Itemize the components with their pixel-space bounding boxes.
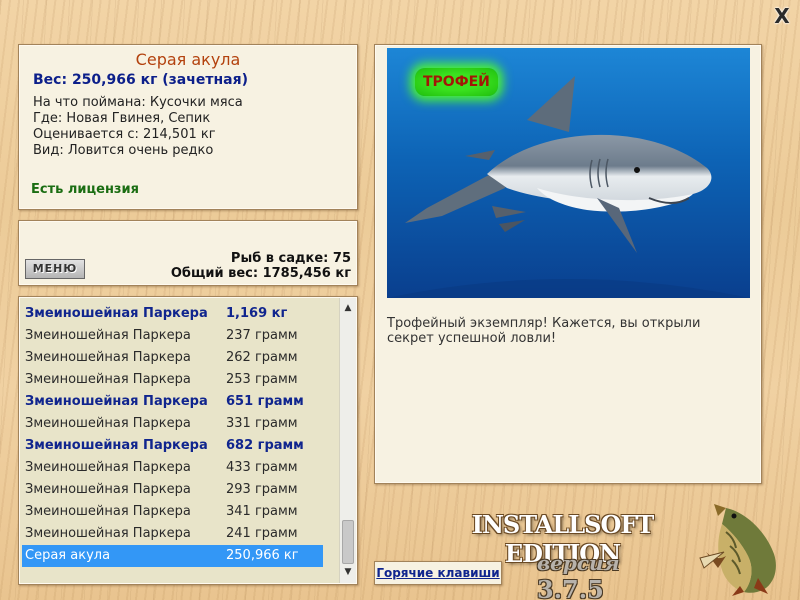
catch-fish-name: Змеиношейная Паркера	[25, 350, 191, 365]
list-item[interactable]: Змеиношейная Паркера 237 грамм	[22, 325, 323, 347]
brand-version: версия 3.7.5	[537, 551, 685, 600]
catch-list: Змеиношейная Паркера 1,169 кг Змеиношейна…	[22, 303, 323, 567]
list-item[interactable]: Змеиношейная Паркера 682 грамм	[22, 435, 323, 457]
catch-fish-name: Змеиношейная Паркера	[25, 372, 191, 387]
list-item[interactable]: Змеиношейная Паркера 1,169 кг	[22, 303, 323, 325]
fish-info-panel: Серая акула Вес: 250,966 кг (зачетная) Н…	[18, 44, 358, 210]
catch-fish-weight: 253 грамм	[226, 372, 298, 387]
list-item[interactable]: Змеиношейная Паркера 253 грамм	[22, 369, 323, 391]
list-item[interactable]: Змеиношейная Паркера 651 грамм	[22, 391, 323, 413]
version-word: версия	[537, 551, 620, 575]
fish-name: Серая акула	[135, 50, 241, 69]
total-weight: Общий вес: 1785,456 кг	[170, 266, 351, 281]
trophy-panel: ТРОФЕЙ Трофейный экземпляр! Кажется, вы …	[374, 44, 762, 484]
keepnet-stats-panel: МЕНЮ Рыб в садке: 75 Общий вес: 1785,456…	[18, 220, 358, 286]
list-item[interactable]: Змеиношейная Паркера 433 грамм	[22, 457, 323, 479]
catch-fish-weight: 341 грамм	[226, 504, 298, 519]
scroll-thumb[interactable]	[342, 520, 354, 564]
catch-fish-weight: 250,966 кг	[226, 548, 299, 563]
catch-fish-name: Серая акула	[25, 548, 111, 563]
close-button[interactable]: X	[772, 6, 792, 26]
pike-fish-logo-icon	[699, 504, 776, 596]
list-item[interactable]: Змеиношейная Паркера 241 грамм	[22, 523, 323, 545]
catch-fish-name: Змеиношейная Паркера	[25, 306, 208, 321]
catch-fish-name: Змеиношейная Паркера	[25, 526, 191, 541]
list-item-selected[interactable]: Серая акула 250,966 кг	[22, 545, 323, 567]
fish-count: Рыб в садке: 75	[230, 251, 351, 266]
catch-fish-weight: 293 грамм	[226, 482, 298, 497]
list-item[interactable]: Змеиношейная Паркера 293 грамм	[22, 479, 323, 501]
trophy-message: Трофейный экземпляр! Кажется, вы открыли…	[387, 316, 701, 346]
list-item[interactable]: Змеиношейная Паркера 331 грамм	[22, 413, 323, 435]
catch-list-panel: Змеиношейная Паркера 1,169 кг Змеиношейна…	[18, 296, 358, 585]
catch-fish-name: Змеиношейная Паркера	[25, 504, 191, 519]
catch-fish-weight: 433 грамм	[226, 460, 298, 475]
price-info: Оценивается с: 214,501 кг	[33, 127, 216, 142]
bait-info: На что поймана: Кусочки мяса	[33, 95, 243, 110]
catch-fish-name: Змеиношейная Паркера	[25, 482, 191, 497]
catch-fish-name: Змеиношейная Паркера	[25, 460, 191, 475]
catch-fish-weight: 237 грамм	[226, 328, 298, 343]
catch-fish-name: Змеиношейная Паркера	[25, 438, 208, 453]
catch-fish-weight: 651 грамм	[226, 394, 304, 409]
catch-fish-weight: 682 грамм	[226, 438, 304, 453]
catch-fish-weight: 331 грамм	[226, 416, 298, 431]
list-item[interactable]: Змеиношейная Паркера 341 грамм	[22, 501, 323, 523]
license-status: Есть лицензия	[31, 182, 139, 197]
brand-block: INSTALLSOFT EDITION версия 3.7.5	[440, 510, 685, 600]
catch-list-scrollbar[interactable]: ▲ ▼	[339, 298, 356, 583]
rarity-info: Вид: Ловится очень редко	[33, 143, 214, 158]
catch-fish-weight: 1,169 кг	[226, 306, 288, 321]
catch-fish-name: Змеиношейная Паркера	[25, 328, 191, 343]
catch-fish-weight: 241 грамм	[226, 526, 298, 541]
list-item[interactable]: Змеиношейная Паркера 262 грамм	[22, 347, 323, 369]
catch-fish-name: Змеиношейная Паркера	[25, 416, 191, 431]
shark-photo: ТРОФЕЙ	[387, 48, 750, 298]
menu-button[interactable]: МЕНЮ	[25, 259, 85, 279]
trophy-badge: ТРОФЕЙ	[415, 68, 498, 96]
catch-fish-name: Змеиношейная Паркера	[25, 394, 208, 409]
fish-weight: Вес: 250,966 кг (зачетная)	[33, 72, 248, 88]
chevron-down-icon[interactable]: ▼	[340, 564, 356, 581]
version-number: 3.7.5	[537, 575, 604, 600]
location-info: Где: Новая Гвинея, Сепик	[33, 111, 211, 126]
chevron-up-icon[interactable]: ▲	[340, 300, 356, 317]
catch-fish-weight: 262 грамм	[226, 350, 298, 365]
